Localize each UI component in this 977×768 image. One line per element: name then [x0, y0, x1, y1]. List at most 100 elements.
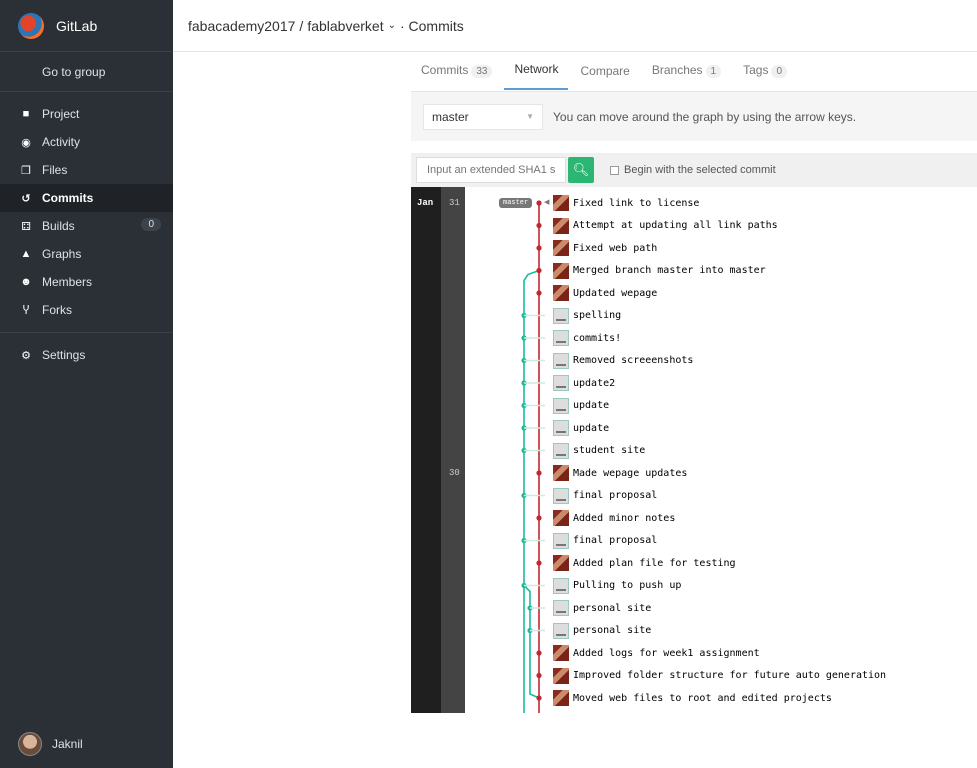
commit-row[interactable]: update — [553, 419, 609, 437]
avatar — [553, 195, 569, 211]
avatar — [553, 352, 569, 369]
commit-row[interactable]: Added logs for week1 assignment — [553, 644, 760, 662]
commit-row[interactable]: commits! — [553, 329, 621, 347]
commit-row[interactable]: Updated wepage — [553, 284, 657, 302]
app-root: GitLab Go to group ■ Project ◉ Activity ❐ Fil… — [0, 0, 977, 768]
commit-dot[interactable] — [536, 290, 542, 296]
sidebar-item-graphs[interactable]: ▲ Graphs — [0, 240, 173, 268]
commit-message: Fixed link to license — [573, 197, 700, 209]
commit-row[interactable]: Fixed web path — [553, 239, 657, 257]
tab-count-badge: 1 — [705, 65, 722, 78]
commit-message: update2 — [573, 377, 616, 389]
avatar — [553, 442, 569, 459]
tab-label: Compare — [580, 64, 630, 78]
brand[interactable]: GitLab — [0, 0, 173, 52]
commit-row[interactable]: update — [553, 397, 609, 415]
commit-dot[interactable] — [536, 695, 542, 701]
branch-bar: master ▼ You can move around the graph b… — [411, 91, 977, 141]
commit-dot[interactable] — [536, 200, 542, 206]
users-icon: ☻ — [20, 276, 32, 288]
commit-row[interactable]: Attempt at updating all link paths — [553, 217, 778, 235]
commit-message: Made wepage updates — [573, 467, 688, 479]
avatar — [553, 645, 569, 661]
tab-compare[interactable]: Compare — [570, 64, 639, 90]
avatar — [553, 285, 569, 301]
commit-row[interactable]: Moved web files to root and edited proje… — [553, 689, 832, 707]
avatar — [553, 420, 569, 436]
commit-message: spelling — [573, 310, 622, 321]
sidebar-item-label: Graphs — [42, 247, 82, 261]
avatar — [553, 510, 569, 526]
tab-count-badge: 0 — [771, 65, 788, 78]
commit-row[interactable]: Fixed link to license — [553, 194, 699, 212]
commit-row[interactable]: Improved folder structure for future aut… — [553, 667, 886, 685]
commit-row[interactable]: student site — [553, 442, 645, 460]
avatar — [553, 375, 569, 391]
user-name: Jaknil — [52, 737, 83, 751]
user-profile[interactable]: Jaknil — [18, 732, 83, 756]
avatar — [553, 217, 569, 234]
avatar — [553, 262, 569, 279]
dashboard-icon: ◉ — [21, 136, 31, 149]
go-to-group-link[interactable]: Go to group — [0, 52, 173, 92]
commit-dot[interactable] — [536, 267, 542, 274]
avatar — [553, 622, 569, 639]
commit-row[interactable]: final proposal — [553, 487, 657, 505]
commit-dot[interactable] — [536, 560, 542, 566]
sidebar-item-label: Project — [42, 107, 80, 121]
sha-search-input[interactable] — [416, 157, 566, 183]
cogs-icon: ⚙ — [21, 349, 31, 362]
search-icon: 🔍︎ — [572, 162, 590, 177]
begin-with-selected-option[interactable]: Begin with the selected commit — [610, 164, 776, 176]
commit-row[interactable]: Removed screeenshots — [553, 352, 693, 370]
commit-dot[interactable] — [536, 470, 542, 476]
sidebar-item-commits[interactable]: ↺ Commits — [0, 184, 173, 212]
project-link[interactable]: fablabverket — [307, 18, 383, 34]
commit-dot[interactable] — [536, 672, 542, 679]
commit-row[interactable]: personal site — [553, 599, 651, 617]
avatar — [18, 732, 42, 756]
sidebar: GitLab Go to group ■ Project ◉ Activity ❐ Fil… — [0, 0, 173, 768]
commit-row[interactable]: Added plan file for testing — [553, 554, 736, 572]
commit-message: personal site — [573, 625, 652, 636]
network-graph[interactable]: Jan master ◀ 31 30 Fixed link to license At… — [411, 187, 977, 713]
commit-dot[interactable] — [536, 650, 542, 656]
commit-row[interactable]: spelling — [553, 307, 621, 325]
files-icon: ❐ — [21, 164, 31, 177]
sidebar-item-builds[interactable]: ⚃ Builds 0 — [0, 212, 173, 240]
sidebar-item-settings[interactable]: ⚙ Settings — [0, 341, 173, 369]
commits-tabs: Commits 33 Network Compare Branches 1 Tags 0 — [411, 52, 977, 90]
chevron-down-icon: ▼ — [526, 112, 534, 121]
commit-dot[interactable] — [536, 245, 542, 251]
commit-dot[interactable] — [536, 515, 542, 521]
commit-row[interactable]: Added minor notes — [553, 509, 675, 527]
sidebar-item-files[interactable]: ❐ Files — [0, 156, 173, 184]
commit-dot[interactable] — [536, 222, 542, 229]
commit-row[interactable]: Merged branch master into master — [553, 262, 766, 280]
tab-branches[interactable]: Branches 1 — [642, 63, 731, 90]
commit-row[interactable]: personal site — [553, 622, 651, 640]
search-button[interactable]: 🔍︎ — [568, 157, 594, 183]
commit-message: Added minor notes — [573, 512, 676, 524]
chevron-down-icon[interactable]: ⌄ — [388, 20, 396, 31]
branch-select[interactable]: master ▼ — [423, 103, 543, 130]
sidebar-item-members[interactable]: ☻ Members — [0, 268, 173, 296]
sidebar-item-activity[interactable]: ◉ Activity — [0, 128, 173, 156]
page-header: fabacademy2017 / fablabverket ⌄ · Commit… — [173, 0, 977, 52]
commit-row[interactable]: final proposal — [553, 532, 657, 550]
commit-row[interactable]: Pulling to push up — [553, 577, 681, 595]
begin-with-selected-checkbox[interactable] — [610, 165, 619, 175]
tab-network[interactable]: Network — [504, 62, 569, 90]
tab-tags[interactable]: Tags 0 — [733, 63, 797, 90]
commit-message: Attempt at updating all link paths — [573, 220, 778, 231]
tab-commits[interactable]: Commits 33 — [411, 63, 502, 90]
history-icon: ↺ — [21, 192, 31, 205]
commit-row[interactable]: update2 — [553, 374, 615, 392]
sidebar-item-project[interactable]: ■ Project — [0, 100, 173, 128]
branch-select-value: master — [432, 109, 469, 124]
commit-row[interactable]: Made wepage updates — [553, 464, 687, 482]
commit-message: final proposal — [573, 535, 658, 546]
group-link[interactable]: fabacademy2017 — [188, 18, 295, 34]
sidebar-item-forks[interactable]: Ⴤ Forks — [0, 296, 173, 324]
sidebar-item-label: Members — [42, 275, 93, 289]
